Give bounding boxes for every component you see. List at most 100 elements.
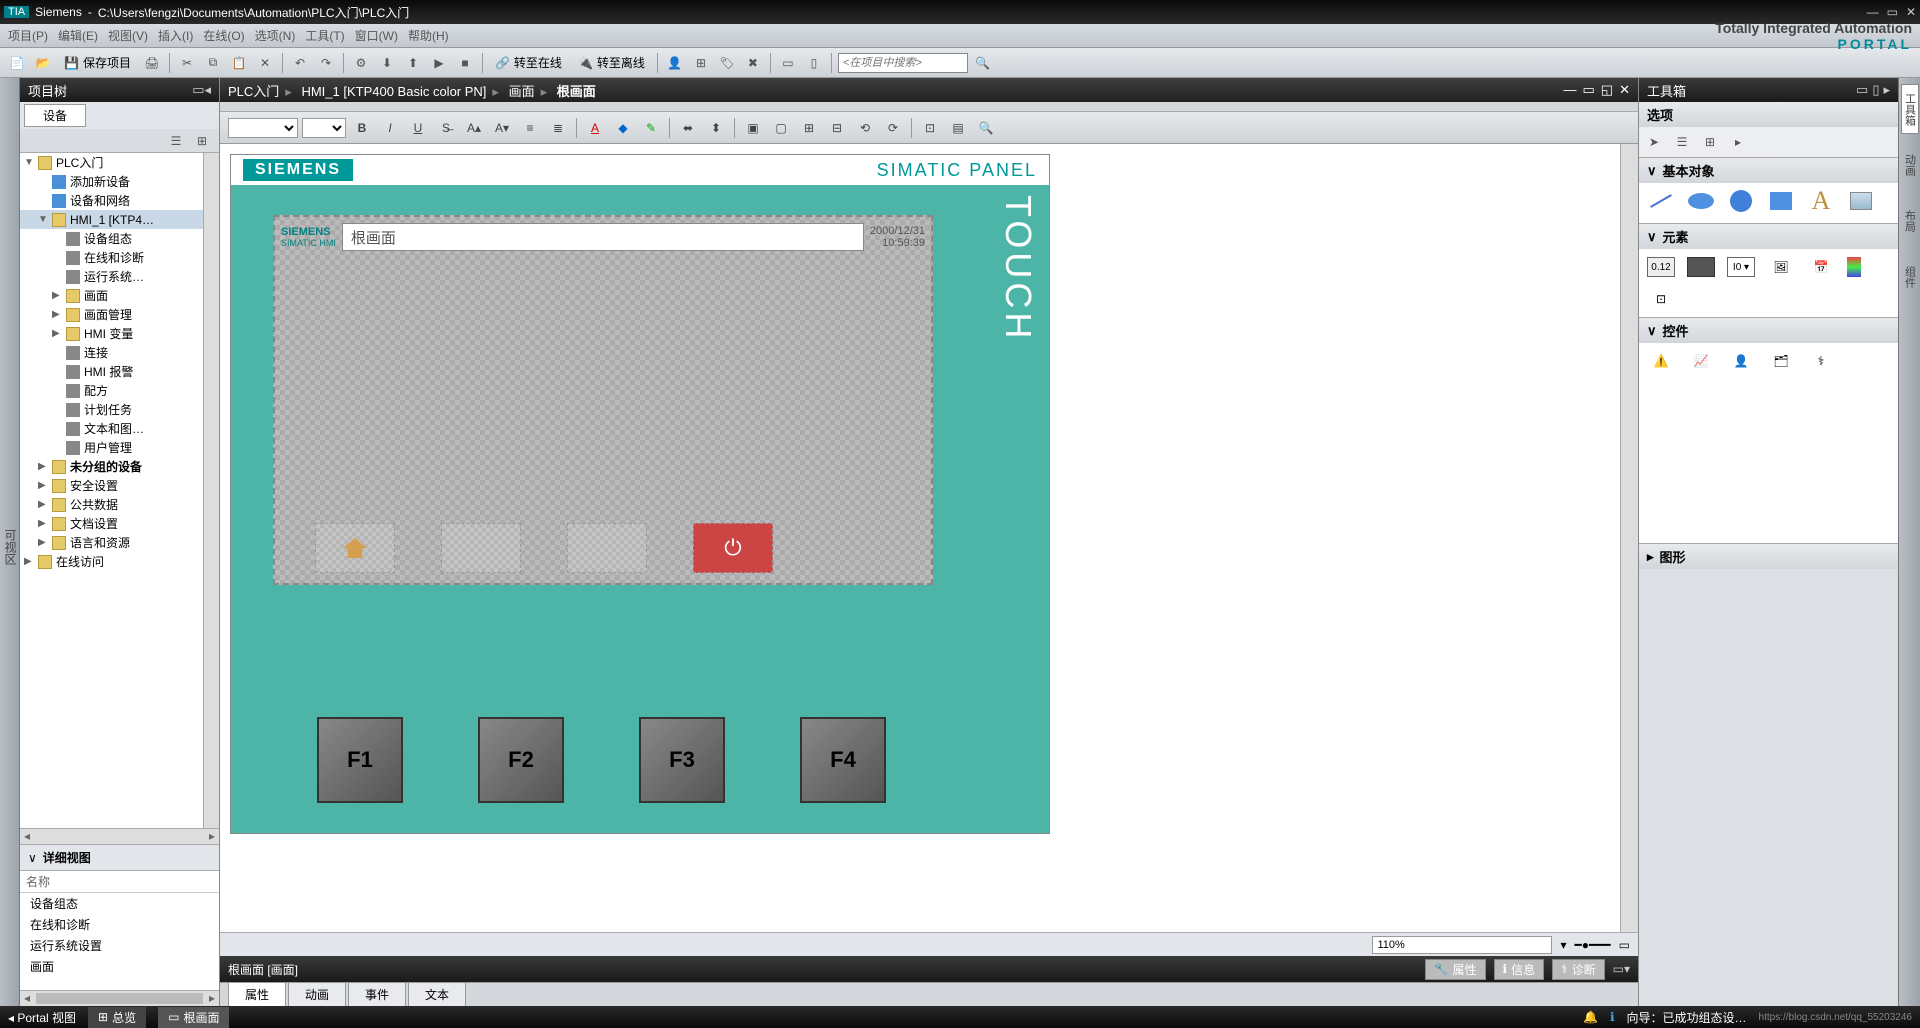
fontinc-icon[interactable]: A▴: [462, 117, 486, 139]
rotate-r-icon[interactable]: ⟳: [881, 117, 905, 139]
tree-node[interactable]: ▶文档设置: [20, 514, 219, 533]
halign-icon[interactable]: ⬌: [676, 117, 700, 139]
crumb-4[interactable]: 根画面: [557, 84, 596, 99]
tab-events[interactable]: 事件: [348, 982, 406, 1006]
detail-row[interactable]: 画面: [20, 956, 219, 977]
portal-view-button[interactable]: ◂ Portal 视图: [8, 1009, 76, 1026]
status-notify-icon[interactable]: 🔔: [1583, 1010, 1598, 1024]
undo-icon[interactable]: ↶: [289, 52, 311, 74]
tab-animations[interactable]: 动画: [288, 982, 346, 1006]
graphic-io-icon[interactable]: 🖼: [1767, 257, 1795, 277]
close-x-icon[interactable]: ✖: [742, 52, 764, 74]
softkey-stop[interactable]: ⏻: [693, 523, 773, 573]
trend-view-icon[interactable]: 📈: [1687, 351, 1715, 371]
ungroup-icon[interactable]: ⊟: [825, 117, 849, 139]
zoom-select[interactable]: [1372, 936, 1552, 954]
tree-node[interactable]: 用户管理: [20, 438, 219, 457]
bar-icon[interactable]: [1847, 257, 1861, 277]
copy-icon[interactable]: ⧉: [202, 52, 224, 74]
split-h-icon[interactable]: ▭: [777, 52, 799, 74]
tree-node[interactable]: 运行系统…: [20, 267, 219, 286]
tree-node[interactable]: 连接: [20, 343, 219, 362]
paste-icon[interactable]: 📋: [228, 52, 250, 74]
user-view-icon[interactable]: 👤: [1727, 351, 1755, 371]
detail-row[interactable]: 在线和诊断: [20, 914, 219, 935]
close-icon[interactable]: ✕: [1906, 5, 1916, 19]
editor-max-icon[interactable]: ▭: [1583, 82, 1595, 98]
tree-node[interactable]: 设备组态: [20, 229, 219, 248]
font-color-icon[interactable]: A: [583, 117, 607, 139]
search-go-icon[interactable]: 🔍: [972, 52, 994, 74]
button-element-icon[interactable]: [1687, 257, 1715, 277]
fkey-1[interactable]: F1: [317, 717, 403, 803]
project-tree[interactable]: ▼PLC入门添加新设备设备和网络▼HMI_1 [KTP4…设备组态在线和诊断运行…: [20, 153, 219, 828]
crumb-1[interactable]: PLC入门: [228, 84, 279, 99]
tree-node[interactable]: 添加新设备: [20, 172, 219, 191]
simulate-icon[interactable]: ▶: [428, 52, 450, 74]
save-button[interactable]: 💾 保存项目: [58, 52, 137, 74]
collapse-icon[interactable]: ▭◂: [192, 82, 211, 98]
devices-tab[interactable]: 设备: [24, 104, 86, 127]
tree-node[interactable]: 设备和网络: [20, 191, 219, 210]
accessible-icon[interactable]: 👤: [664, 52, 686, 74]
tab-texts[interactable]: 文本: [408, 982, 466, 1006]
redo-icon[interactable]: ↷: [315, 52, 337, 74]
menu-item[interactable]: 项目(P): [8, 27, 48, 44]
basic-objects-header[interactable]: ∨ 基本对象: [1639, 158, 1898, 183]
detail-view-header[interactable]: ∨详细视图: [20, 844, 219, 870]
tree-cfg-icon[interactable]: ⊞: [191, 130, 213, 152]
io-field-icon[interactable]: 0.12: [1647, 257, 1675, 277]
rg-layout[interactable]: 布局: [1901, 196, 1919, 246]
crumb-3[interactable]: 画面: [509, 84, 535, 99]
search-input[interactable]: [838, 53, 968, 73]
toolbox-pin-icon[interactable]: ▭: [1856, 82, 1868, 98]
tree-node[interactable]: ▶HMI 变量: [20, 324, 219, 343]
tree-node[interactable]: ▶画面: [20, 286, 219, 305]
screen-title-field[interactable]: 根画面: [342, 223, 864, 251]
fkey-4[interactable]: F4: [800, 717, 886, 803]
detail-row[interactable]: 设备组态: [20, 893, 219, 914]
bring-front-icon[interactable]: ▣: [741, 117, 765, 139]
cut-icon[interactable]: ✂: [176, 52, 198, 74]
tree-node[interactable]: ▶画面管理: [20, 305, 219, 324]
tree-node[interactable]: 在线和诊断: [20, 248, 219, 267]
align-center-icon[interactable]: ≣: [546, 117, 570, 139]
editor-restore-icon[interactable]: ◱: [1601, 82, 1613, 98]
print-icon[interactable]: 🖨: [141, 52, 163, 74]
delete-icon[interactable]: ✕: [254, 52, 276, 74]
tag-icon[interactable]: 🏷: [716, 52, 738, 74]
fill-color-icon[interactable]: ◆: [611, 117, 635, 139]
hmi-screen[interactable]: SIEMENS SIMATIC HMI 根画面 2000/12/31 10:59…: [273, 215, 933, 585]
zoom-fit-icon[interactable]: ▭: [1619, 938, 1630, 952]
list-icon[interactable]: ☰: [1671, 131, 1693, 153]
cross-ref-icon[interactable]: ⊞: [690, 52, 712, 74]
thumb-icon[interactable]: ⊞: [1699, 131, 1721, 153]
graphics-header[interactable]: ▸ 图形: [1639, 544, 1898, 569]
softkey-2[interactable]: [441, 523, 521, 573]
left-gutter[interactable]: 可视区: [0, 78, 20, 1006]
tree-node[interactable]: 配方: [20, 381, 219, 400]
editor-min-icon[interactable]: —: [1564, 82, 1577, 98]
hmi-canvas[interactable]: SIEMENS SIMATIC PANEL TOUCH SIEMENS SIMA…: [220, 144, 1620, 932]
open-project-icon[interactable]: 📂: [32, 52, 54, 74]
font-select[interactable]: [228, 118, 298, 138]
go-online-button[interactable]: 🔗 转至在线: [489, 52, 568, 74]
strike-icon[interactable]: S̶: [434, 117, 458, 139]
tree-node[interactable]: 文本和图…: [20, 419, 219, 438]
menu-item[interactable]: 视图(V): [108, 27, 148, 44]
tree-node[interactable]: ▶未分组的设备: [20, 457, 219, 476]
menu-item[interactable]: 工具(T): [305, 27, 344, 44]
toolbox-opt-icon[interactable]: ▯: [1872, 82, 1879, 98]
zoom-slider[interactable]: ━●━━━: [1575, 938, 1611, 952]
ellipse-shape[interactable]: [1687, 191, 1715, 211]
status-tab-overview[interactable]: ⊞ 总览: [88, 1007, 146, 1028]
layer-icon[interactable]: ▤: [946, 117, 970, 139]
upload-icon[interactable]: ⬆: [402, 52, 424, 74]
menu-item[interactable]: 窗口(W): [355, 27, 398, 44]
alarm-view-icon[interactable]: ⚠️: [1647, 351, 1675, 371]
crumb-2[interactable]: HMI_1 [KTP400 Basic color PN]: [301, 84, 486, 99]
tree-node[interactable]: ▶公共数据: [20, 495, 219, 514]
align-left-icon[interactable]: ≡: [518, 117, 542, 139]
send-back-icon[interactable]: ▢: [769, 117, 793, 139]
expand-icon[interactable]: ▸: [1727, 131, 1749, 153]
